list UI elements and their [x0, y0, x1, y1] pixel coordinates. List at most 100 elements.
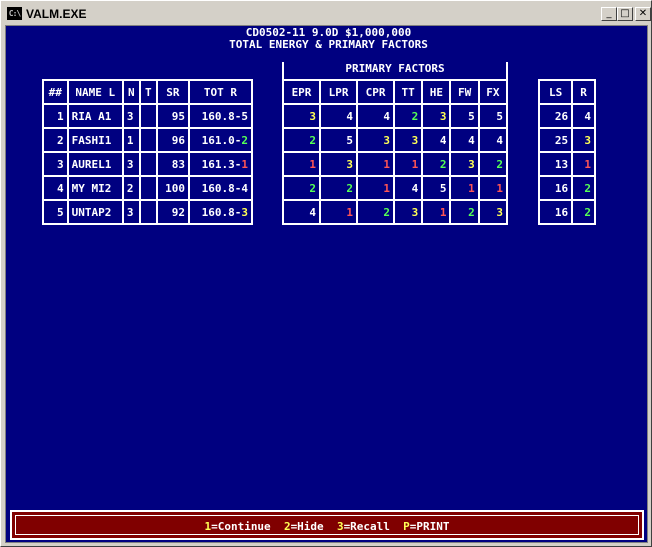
command-label: =Recall [343, 520, 390, 533]
factor-cell: 4 [281, 199, 322, 225]
factor-cell: 5 [319, 127, 359, 153]
entry-t [138, 103, 158, 129]
factor-row: 2 2 1 4 5 1 1 [281, 175, 509, 201]
factor-value: 1 [383, 157, 391, 171]
factor-cell: 1 [281, 151, 322, 177]
factor-cell: 2 [356, 199, 396, 225]
entry-tot-r: 161.0-2 [187, 127, 254, 153]
col-t: T [138, 79, 158, 105]
ls-rank: 3 [584, 133, 591, 147]
factor-cell: 2 [281, 175, 322, 201]
factor-col-cpr: CPR [356, 79, 396, 105]
factor-value: 4 [383, 109, 391, 123]
command-recall[interactable]: 3=Recall [337, 520, 390, 533]
factor-value: 3 [346, 157, 354, 171]
entry-t [138, 127, 158, 153]
col-tot-r: TOT R [187, 79, 254, 105]
factor-value: 3 [439, 109, 447, 123]
factor-cell: 2 [319, 175, 359, 201]
ls-rank-cell: 2 [571, 199, 596, 225]
factor-cell: 2 [421, 151, 452, 177]
factor-cell: 1 [421, 199, 452, 225]
factor-value: 1 [411, 157, 419, 171]
factor-cell: 4 [356, 103, 396, 129]
factor-cell: 1 [356, 175, 396, 201]
factor-col-epr: EPR [281, 79, 322, 105]
ls-rank-cell: 1 [571, 151, 596, 177]
factor-row: 3 4 4 2 3 5 5 [281, 103, 509, 129]
ls-row: 26 4 [537, 103, 596, 129]
factor-cell: 1 [477, 175, 509, 201]
factor-value: 3 [309, 109, 317, 123]
command-continue[interactable]: 1=Continue [204, 520, 270, 533]
ls-rank: 1 [584, 157, 591, 171]
entry-sr: 100 [155, 175, 190, 201]
entry-t [138, 151, 158, 177]
close-button[interactable]: ✕ [635, 7, 651, 21]
entry-tot: 160.8- [201, 205, 242, 219]
factor-cell: 3 [356, 127, 396, 153]
entry-row[interactable]: 4 MY MI2 2 100 160.8-4 [42, 175, 254, 201]
command-bar-text: 1=Continue 2=Hide 3=Recall P=PRINT [12, 520, 642, 533]
factor-value: 2 [496, 157, 503, 171]
factor-cell: 5 [421, 175, 452, 201]
factor-cell: 4 [319, 103, 359, 129]
entry-number: 5 [42, 199, 69, 225]
factor-cell: 3 [319, 151, 359, 177]
command-bar: 1=Continue 2=Hide 3=Recall P=PRINT [10, 510, 644, 540]
command-key: 2 [283, 520, 291, 533]
factor-row: 2 5 3 3 4 4 4 [281, 127, 509, 153]
factor-value: 3 [411, 205, 419, 219]
entry-tot: 160.8- [201, 181, 242, 195]
factor-cell: 1 [319, 199, 359, 225]
command-key: P [403, 520, 410, 533]
command-print[interactable]: P=PRINT [403, 520, 449, 533]
entry-rank: 5 [241, 109, 248, 123]
factor-cell: 2 [449, 199, 480, 225]
factor-value: 1 [468, 181, 475, 195]
factor-cell: 5 [477, 103, 509, 129]
entry-row[interactable]: 2 FASHI1 1 96 161.0-2 [42, 127, 254, 153]
entry-tot-r: 160.8-3 [187, 199, 254, 225]
factor-col-tt: TT [393, 79, 424, 105]
ls-rank-cell: 4 [571, 103, 596, 129]
factor-value: 4 [496, 133, 503, 147]
factor-value: 1 [496, 181, 503, 195]
ls-row: 25 3 [537, 127, 596, 153]
entry-tot: 161.3- [201, 157, 242, 171]
primary-factors-table: EPR LPR CPR TT HE FW FX 3442355253344413112322… [281, 79, 509, 225]
title-bar[interactable]: C:\ VALM.EXE _ □ ✕ [4, 4, 651, 24]
entry-row[interactable]: 5 UNTAP2 3 92 160.8-3 [42, 199, 254, 225]
entry-tot-r: 160.8-5 [187, 103, 254, 129]
console-icon: C:\ [7, 7, 22, 20]
factor-value: 4 [346, 109, 354, 123]
factor-cell: 4 [393, 175, 424, 201]
entry-sr: 95 [155, 103, 190, 129]
ls-value: 13 [537, 151, 574, 177]
ls-header-row: LS R [537, 79, 596, 105]
factor-value: 3 [496, 205, 503, 219]
command-hide[interactable]: 2=Hide [284, 520, 324, 533]
col-ls: LS [537, 79, 574, 105]
entry-t [138, 199, 158, 225]
entry-sr: 83 [155, 151, 190, 177]
maximize-button[interactable]: □ [617, 7, 633, 21]
entry-tot: 160.8- [201, 109, 242, 123]
ls-rank: 2 [584, 205, 591, 219]
factor-value: 2 [468, 205, 475, 219]
factor-cell: 3 [477, 199, 509, 225]
factor-cell: 2 [477, 151, 509, 177]
factor-col-fx: FX [477, 79, 509, 105]
command-label: =Continue [211, 520, 271, 533]
factor-value: 2 [383, 205, 391, 219]
command-key: 3 [336, 520, 344, 533]
col-name: NAME L [66, 79, 124, 105]
command-label: =PRINT [409, 520, 450, 533]
entry-rank: 4 [241, 181, 248, 195]
col-ls-r: R [571, 79, 596, 105]
console-area[interactable]: CD0502-11 9.0D $1,000,000 TOTAL ENERGY &… [5, 25, 648, 543]
minimize-button[interactable]: _ [601, 7, 617, 21]
header-line-2: TOTAL ENERGY & PRIMARY FACTORS [229, 38, 428, 51]
entry-row[interactable]: 3 AUREL1 3 83 161.3-1 [42, 151, 254, 177]
entry-row[interactable]: 1 RIA A1 3 95 160.8-5 [42, 103, 254, 129]
